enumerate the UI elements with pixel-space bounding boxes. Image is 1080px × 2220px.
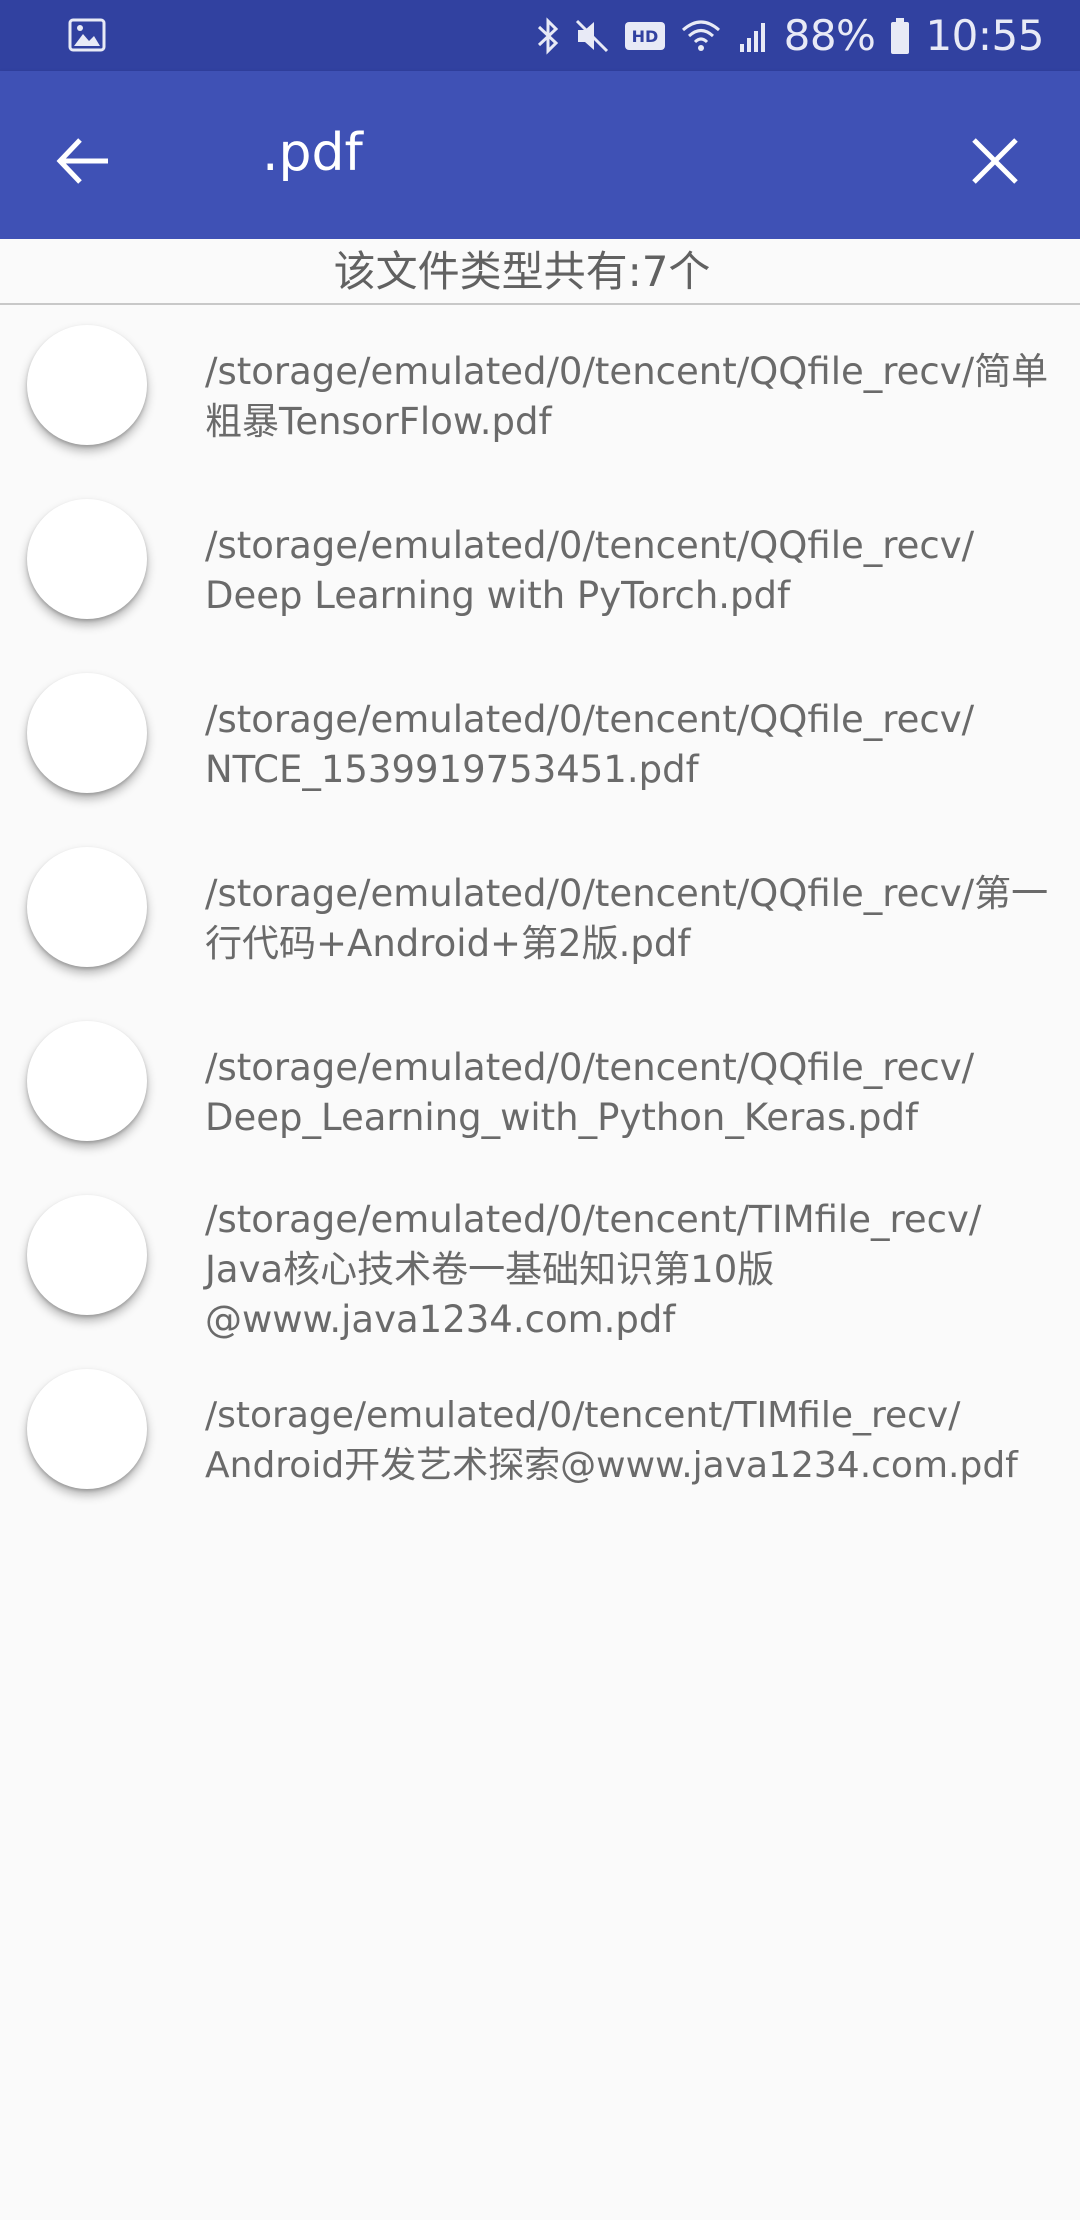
gallery-icon (68, 18, 106, 56)
mute-icon (574, 18, 610, 54)
file-avatar (27, 673, 147, 793)
status-bar: HD 88% 10:55 (0, 0, 1080, 71)
battery-percent: 88% (783, 11, 876, 60)
file-avatar (27, 1195, 147, 1315)
wifi-icon (680, 18, 722, 54)
search-query-text[interactable]: .pdf (262, 123, 363, 183)
file-list-item[interactable]: /storage/emulated/0/tencent/TIMfile_recv… (0, 1349, 1080, 1523)
file-avatar (27, 847, 147, 967)
file-list-item[interactable]: /storage/emulated/0/tencent/QQfile_recv/… (0, 653, 1080, 827)
file-path: /storage/emulated/0/tencent/TIMfile_recv… (205, 1198, 982, 1341)
hd-icon: HD (624, 21, 666, 51)
app-bar: .pdf (0, 71, 1080, 239)
file-avatar (27, 1369, 147, 1489)
battery-icon (889, 17, 911, 55)
file-avatar (27, 325, 147, 445)
clear-button[interactable] (960, 126, 1030, 196)
file-path: /storage/emulated/0/tencent/QQfile_recv/… (205, 698, 975, 791)
file-list-item[interactable]: /storage/emulated/0/tencent/QQfile_recv/… (0, 305, 1080, 479)
file-path: /storage/emulated/0/tencent/TIMfile_recv… (205, 1395, 1018, 1486)
file-list-item[interactable]: /storage/emulated/0/tencent/QQfile_recv/… (0, 827, 1080, 1001)
signal-4g-icon (736, 18, 770, 54)
file-count-header: 该文件类型共有:7个 (0, 239, 1080, 305)
arrow-back-icon (56, 138, 108, 184)
file-list-item[interactable]: /storage/emulated/0/tencent/TIMfile_recv… (0, 1175, 1080, 1349)
file-list-item[interactable]: /storage/emulated/0/tencent/QQfile_recv/… (0, 479, 1080, 653)
file-count-text: 该文件类型共有:7个 (333, 247, 711, 296)
file-list-item[interactable]: /storage/emulated/0/tencent/QQfile_recv/… (0, 1001, 1080, 1175)
svg-text:HD: HD (631, 27, 658, 46)
close-icon (972, 138, 1018, 184)
file-path: /storage/emulated/0/tencent/QQfile_recv/… (205, 872, 1049, 965)
file-path: /storage/emulated/0/tencent/QQfile_recv/… (205, 1046, 975, 1139)
bluetooth-icon (536, 16, 560, 55)
file-path: /storage/emulated/0/tencent/QQfile_recv/… (205, 524, 975, 617)
back-button[interactable] (50, 126, 120, 196)
file-avatar (27, 1021, 147, 1141)
file-avatar (27, 499, 147, 619)
file-path: /storage/emulated/0/tencent/QQfile_recv/… (205, 350, 1049, 443)
clock: 10:55 (925, 11, 1044, 60)
